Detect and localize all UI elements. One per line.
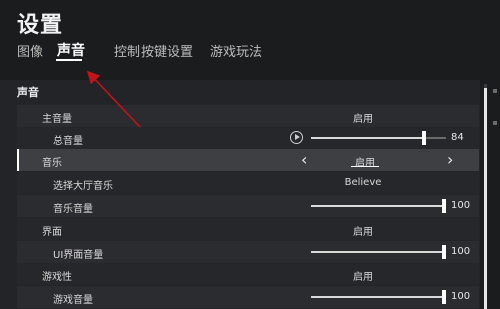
annotation-arrow	[86, 70, 141, 128]
